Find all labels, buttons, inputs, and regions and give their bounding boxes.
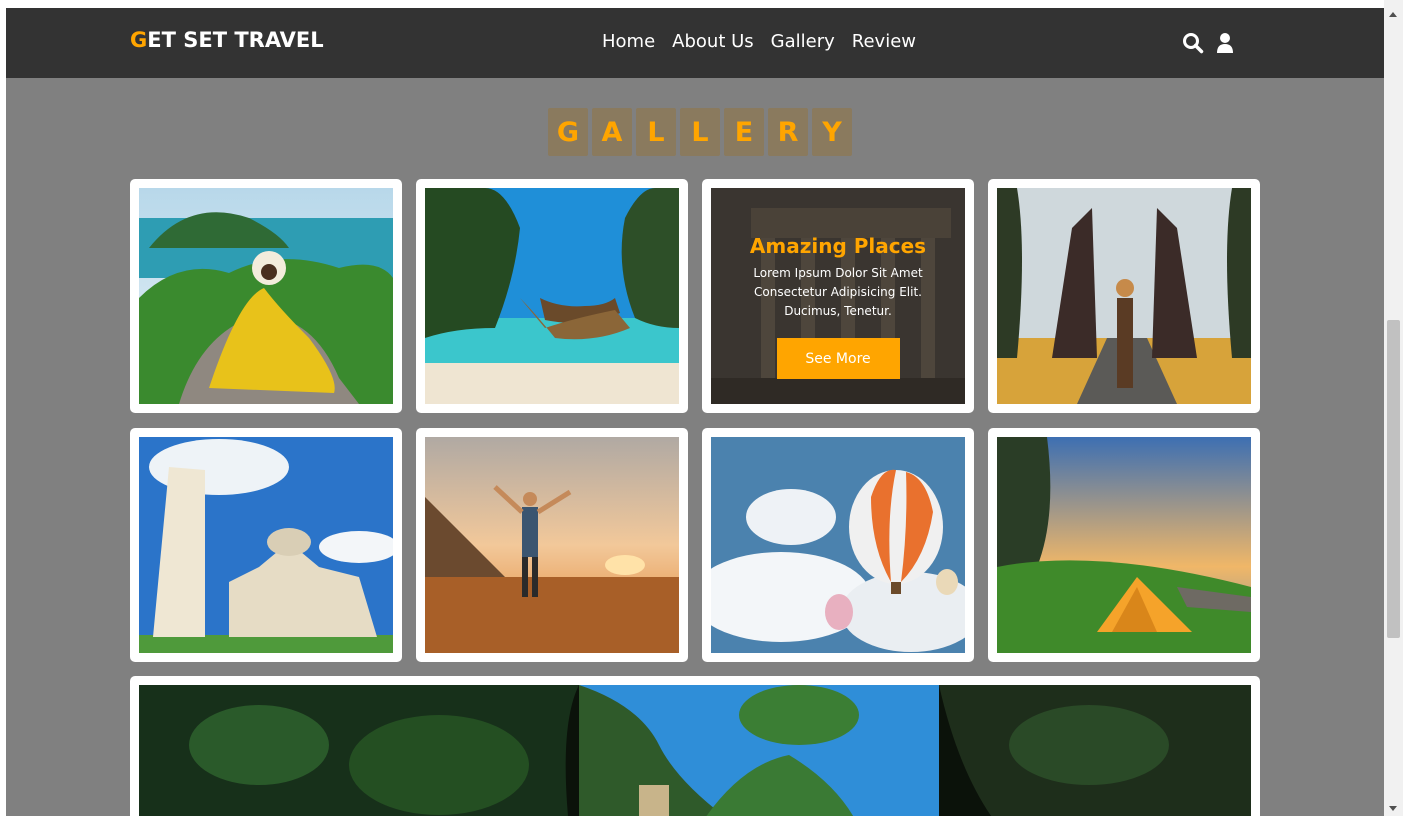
nav-icons: [1182, 32, 1234, 54]
nav-link-about[interactable]: About Us: [672, 31, 754, 52]
feature-description: Lorem Ipsum Dolor Sit Amet Consectetur A…: [753, 266, 923, 318]
heading-letter: L: [636, 108, 676, 156]
gallery-card-boat[interactable]: [416, 179, 688, 413]
brand-rest: ET SET TRAVEL: [147, 28, 324, 52]
heading-letter: G: [548, 108, 588, 156]
gallery-card-island[interactable]: [130, 179, 402, 413]
island-woman-photo: [139, 188, 393, 404]
search-icon[interactable]: [1182, 32, 1204, 54]
heading-letter: L: [680, 108, 720, 156]
page-viewport: GET SET TRAVEL Home About Us Gallery Rev…: [6, 8, 1384, 816]
nav-link-gallery[interactable]: Gallery: [771, 31, 835, 52]
heading-letter: E: [724, 108, 764, 156]
tent-sunset-photo: [997, 437, 1251, 653]
brand-logo[interactable]: GET SET TRAVEL: [130, 28, 324, 52]
leaning-tower-photo: [139, 437, 393, 653]
gallery-card-balloons[interactable]: [702, 428, 974, 662]
ruins-photo: Amazing Places Lorem Ipsum Dolor Sit Ame…: [711, 188, 965, 404]
brand-first-letter: G: [130, 28, 148, 52]
feature-title: Amazing Places: [749, 234, 927, 258]
nav-link-home[interactable]: Home: [602, 31, 655, 52]
nav-links: Home About Us Gallery Review: [602, 31, 916, 52]
scroll-down-arrow-icon[interactable]: [1389, 806, 1397, 811]
hot-air-balloon-photo: [711, 437, 965, 653]
page-scrollbar[interactable]: [1384, 0, 1403, 816]
scroll-up-arrow-icon[interactable]: [1389, 12, 1397, 17]
see-more-button[interactable]: See More: [776, 338, 900, 379]
beach-sunset-photo: [425, 437, 679, 653]
gallery-card-temple[interactable]: [988, 179, 1260, 413]
navbar: GET SET TRAVEL Home About Us Gallery Rev…: [6, 8, 1384, 78]
gallery-card-beach[interactable]: [416, 428, 688, 662]
feature-overlay: Amazing Places Lorem Ipsum Dolor Sit Ame…: [711, 234, 965, 379]
scrollbar-thumb[interactable]: [1387, 320, 1400, 638]
longtail-boat-photo: [425, 188, 679, 404]
cliffs-boat-wide-photo: [139, 685, 1251, 816]
gallery-card-wide[interactable]: [130, 676, 1260, 816]
gallery-card-feature[interactable]: Amazing Places Lorem Ipsum Dolor Sit Ame…: [702, 179, 974, 413]
gallery-heading: G A L L E R Y: [548, 108, 852, 156]
heading-letter: A: [592, 108, 632, 156]
gallery-card-pisa[interactable]: [130, 428, 402, 662]
gallery-card-camping[interactable]: [988, 428, 1260, 662]
heading-letter: R: [768, 108, 808, 156]
nav-link-review[interactable]: Review: [852, 31, 916, 52]
heading-letter: Y: [812, 108, 852, 156]
user-icon[interactable]: [1216, 32, 1234, 54]
temple-gate-photo: [997, 188, 1251, 404]
